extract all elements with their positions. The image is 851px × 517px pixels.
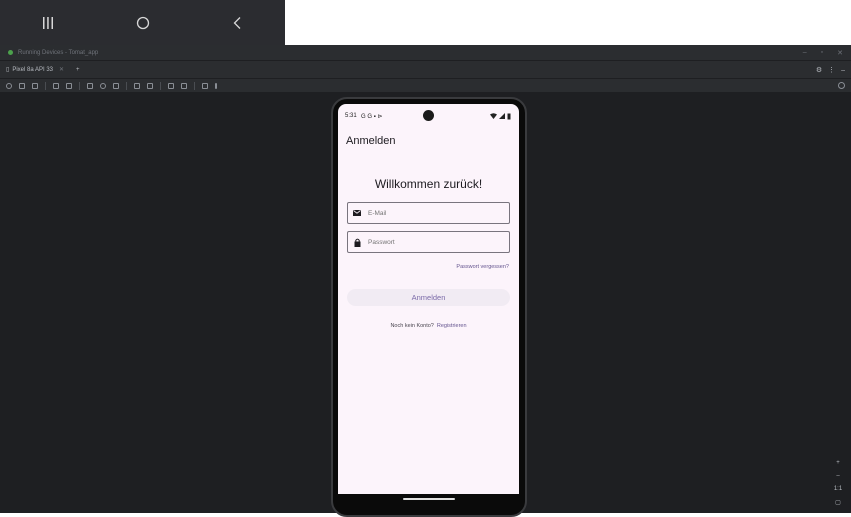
fit-screen-icon[interactable]: ▢ (833, 497, 843, 507)
tab-device[interactable]: ▯ Pixel 8a API 33 ✕ (0, 61, 71, 80)
zoom-in-icon[interactable]: + (833, 458, 843, 468)
phone-navigation-strip (0, 0, 285, 45)
more-options-icon[interactable]: ⋮ (828, 66, 835, 74)
notification-icons: G G ▪ ⊳ (361, 114, 383, 120)
add-tab-icon[interactable]: + (76, 67, 80, 73)
back-icon[interactable] (87, 82, 93, 89)
email-field[interactable] (347, 202, 510, 224)
window-title: Running Devices - Tomat_app (18, 49, 99, 56)
tabbar-actions: ⚙ ⋮ – (816, 61, 845, 79)
close-icon[interactable]: ✕ (837, 49, 843, 57)
overview-icon[interactable] (113, 82, 119, 89)
email-input[interactable] (368, 209, 488, 217)
app-bar-title: Anmelden (346, 135, 396, 147)
gesture-bar (338, 494, 519, 510)
camera-cutout-icon (423, 110, 434, 121)
status-bar: 5:31 G G ▪ ⊳ (338, 104, 519, 126)
settings-icon[interactable]: ⚙ (816, 66, 822, 74)
more-icon[interactable] (215, 82, 217, 89)
volume-up-icon[interactable] (19, 82, 25, 89)
lock-icon (353, 238, 361, 247)
screenshot-icon[interactable] (134, 82, 140, 89)
forgot-password-link[interactable]: Passwort vergessen? (456, 264, 509, 270)
display-icon[interactable] (168, 82, 174, 89)
fold-icon[interactable] (181, 82, 187, 89)
phone-screen: 5:31 G G ▪ ⊳ Anmelden Willkommen zurück!… (338, 104, 519, 494)
device-icon: ▯ (6, 67, 10, 73)
device-tab-bar: ▯ Pixel 8a API 33 ✕ + ⚙ ⋮ – (0, 60, 851, 80)
zoom-ratio-button[interactable]: 1:1 (833, 484, 843, 494)
emulator-toolbar (0, 78, 851, 92)
home-gesture-pill[interactable] (403, 498, 455, 500)
register-row: Noch kein Konto? Registrieren (338, 323, 519, 329)
status-time: 5:31 (345, 113, 357, 119)
search-icon[interactable] (838, 82, 845, 89)
power-icon[interactable] (6, 82, 12, 89)
home-icon[interactable] (100, 82, 106, 89)
snapshot-icon[interactable] (202, 82, 208, 89)
tab-close-icon[interactable]: ✕ (59, 66, 64, 73)
status-dot-icon (8, 50, 13, 55)
login-button[interactable]: Anmelden (347, 289, 510, 306)
system-icons (490, 113, 511, 120)
home-circle-icon[interactable] (123, 8, 163, 38)
welcome-heading: Willkommen zurück! (374, 177, 483, 191)
password-input[interactable] (368, 238, 488, 246)
rotate-left-icon[interactable] (53, 82, 59, 89)
screen-record-icon[interactable] (147, 82, 153, 89)
register-link[interactable]: Registrieren (437, 323, 467, 329)
password-field[interactable] (347, 231, 510, 253)
maximize-icon[interactable]: ▫ (821, 49, 823, 56)
volume-down-icon[interactable] (32, 82, 38, 89)
recents-icon[interactable] (28, 8, 68, 38)
battery-icon (507, 113, 511, 120)
signal-icon (499, 113, 505, 119)
tab-label: Pixel 8a API 33 (12, 66, 54, 73)
window-titlebar: Running Devices - Tomat_app – ▫ ✕ (0, 45, 851, 60)
rotate-right-icon[interactable] (66, 82, 72, 89)
zoom-out-icon[interactable]: – (833, 471, 843, 481)
mail-icon (353, 209, 361, 217)
minimize-icon[interactable]: – (803, 49, 807, 56)
window-controls: – ▫ ✕ (803, 45, 843, 60)
no-account-text: Noch kein Konto? (390, 323, 434, 329)
wifi-icon (490, 113, 497, 119)
zoom-controls: + – 1:1 ▢ (833, 458, 843, 507)
back-chevron-icon[interactable] (218, 8, 258, 38)
hide-icon[interactable]: – (841, 67, 845, 74)
